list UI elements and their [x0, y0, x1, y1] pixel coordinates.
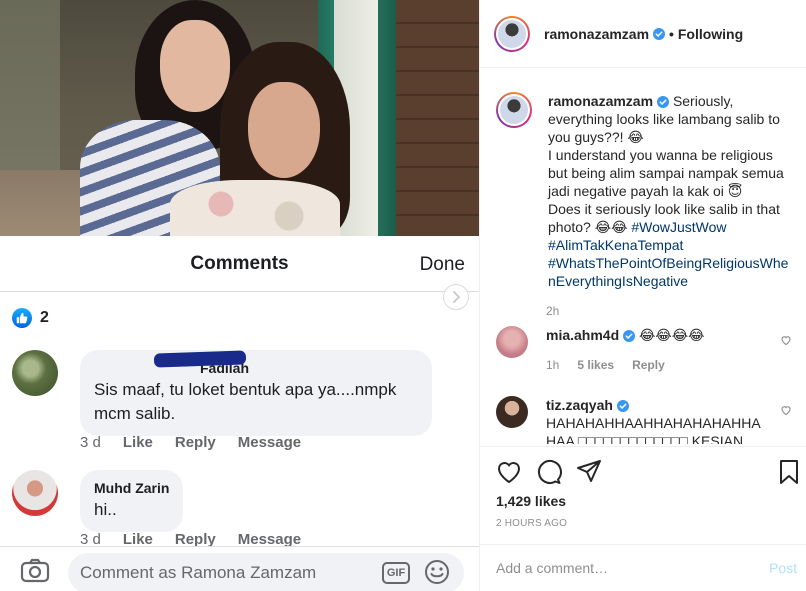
comment-item: tiz.zaqyah HAHAHAHHAAHHAHAHAHAHHA HAA □□…	[496, 396, 796, 444]
following-button[interactable]: • Following	[669, 26, 743, 42]
post-photo	[0, 0, 479, 236]
avatar	[12, 470, 58, 516]
comment-time: 1h	[546, 358, 560, 372]
carousel-next-button[interactable]	[443, 284, 469, 310]
post-comment-button[interactable]: Post	[769, 560, 797, 576]
fb-message-link: Message	[237, 434, 302, 451]
avatar[interactable]	[496, 396, 528, 428]
fb-comment-bar: Comment as Ramona Zamzam GIF	[0, 546, 479, 591]
bookmark-icon[interactable]	[776, 459, 802, 485]
post-caption: ramonazamzam Seriously, everything looks…	[496, 92, 796, 290]
heart-icon[interactable]	[780, 404, 792, 416]
emoji-icon	[425, 560, 449, 584]
fb-comment: Muhd Zarin hi..	[12, 470, 184, 532]
fb-comment-bubble: Muhd Zarin hi..	[80, 470, 184, 532]
fb-comment-time: 3 d	[80, 434, 101, 451]
comment-reply-button[interactable]: Reply	[632, 356, 665, 374]
fb-comment-author: Muhd Zarin	[94, 480, 170, 496]
fb-comment: Fadilah Sis maaf, tu loket bentuk apa ya…	[12, 350, 432, 436]
post-age: 2 HOURS AGO	[496, 518, 568, 529]
post-actions: 1,429 likes 2 HOURS AGO	[480, 446, 806, 544]
fb-comment-text: Sis maaf, tu loket bentuk apa ya....nmpk…	[94, 380, 397, 423]
verified-badge-icon	[657, 96, 670, 108]
author-avatar[interactable]	[494, 15, 530, 52]
caption-text: ramonazamzam Seriously, everything looks…	[548, 92, 796, 290]
heart-icon[interactable]	[780, 334, 792, 346]
fb-reply-link: Reply	[174, 434, 216, 451]
author-avatar[interactable]	[496, 92, 532, 128]
avatar[interactable]	[496, 326, 528, 358]
fb-comments-screenshot: Comments Done 2 Fadilah Sis maaf, tu lok…	[0, 236, 479, 591]
fb-comment-bubble: Fadilah Sis maaf, tu loket bentuk apa ya…	[80, 350, 432, 436]
fb-comment-text: hi..	[94, 500, 117, 519]
comment-icon[interactable]	[536, 459, 562, 485]
hashtag-link[interactable]: nEverythingIsNegative	[548, 272, 796, 290]
share-icon[interactable]	[576, 459, 602, 485]
heart-icon[interactable]	[496, 459, 522, 485]
fb-comment-input: Comment as Ramona Zamzam GIF	[68, 553, 464, 591]
post-details-panel: ramonazamzam • Following ramonazamzam Se…	[479, 0, 806, 591]
chevron-right-icon	[453, 291, 461, 303]
hashtag-link[interactable]: #WowJustWow	[631, 219, 726, 235]
verified-badge-icon	[623, 330, 636, 342]
fb-comment-actions: 3 d Like Reply Message	[80, 434, 301, 451]
comment-username[interactable]: tiz.zaqyah	[546, 397, 613, 413]
avatar	[12, 350, 58, 396]
comment-likes[interactable]: 5 likes	[577, 356, 614, 374]
comment-username[interactable]: mia.ahm4d	[546, 327, 619, 343]
hashtag-link[interactable]: #AlimTakKenaTempat	[548, 236, 796, 254]
comment-text: HAHAHAHHAAHHAHAHAHAHHA	[546, 415, 761, 431]
caption-username[interactable]: ramonazamzam	[548, 93, 653, 109]
thumbs-up-icon	[12, 308, 32, 328]
fb-comments-title: Comments	[190, 253, 289, 274]
camera-icon	[20, 558, 50, 583]
add-comment-input[interactable]: Add a comment…	[496, 560, 608, 576]
post-media: Comments Done 2 Fadilah Sis maaf, tu lok…	[0, 0, 479, 591]
fb-comment-author: Fadilah	[200, 360, 250, 376]
caption-timestamp: 2h	[546, 304, 560, 318]
fb-comments-header: Comments Done	[0, 236, 479, 292]
verified-badge-icon	[616, 400, 629, 412]
likes-count[interactable]: 1,429 likes	[496, 493, 566, 509]
hashtag-link[interactable]: #WhatsThePointOfBeingReligiousWhe	[548, 254, 796, 272]
fb-done-button: Done	[419, 254, 465, 275]
fb-likes-summary: 2	[12, 308, 49, 328]
verified-badge-icon	[653, 27, 666, 40]
fb-comment-placeholder: Comment as Ramona Zamzam	[80, 563, 317, 582]
comment-text: HAA □□□□□□□□□□□□□ KESIAN	[546, 433, 744, 444]
post-header: ramonazamzam • Following	[480, 0, 806, 68]
gif-icon: GIF	[382, 562, 410, 584]
fb-like-link: Like	[122, 434, 153, 451]
comment-item: mia.ahm4d 😂😂😂😂 1h 5 likes Reply	[496, 326, 796, 374]
add-comment-bar: Add a comment… Post	[480, 544, 806, 591]
fb-likes-count: 2	[40, 309, 49, 326]
author-username[interactable]: ramonazamzam	[544, 26, 649, 42]
comment-text: 😂😂😂😂	[639, 327, 705, 343]
